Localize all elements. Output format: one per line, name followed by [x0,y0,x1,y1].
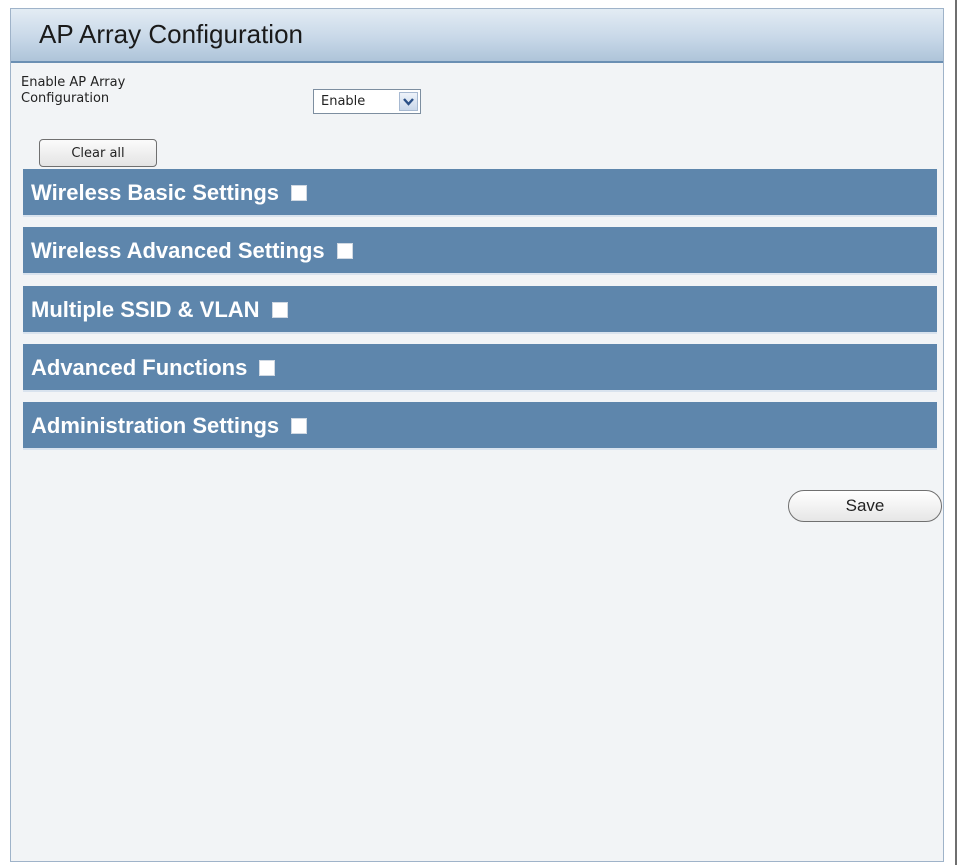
section-label-text: Advanced Functions [31,355,248,380]
section-checkbox[interactable] [291,185,308,201]
section-checkbox[interactable] [291,418,308,434]
ap-array-panel: AP Array Configuration Enable AP Array C… [10,8,944,862]
section-multiple-ssid-vlan[interactable]: Multiple SSID & VLAN [23,286,937,334]
section-label-text: Wireless Basic Settings [31,180,280,205]
section-label-text: Administration Settings [31,413,280,438]
enable-ap-array-select-value: Enable [321,94,366,109]
section-advanced-functions[interactable]: Advanced Functions [23,344,937,392]
section-label-text: Wireless Advanced Settings [31,238,325,263]
select-arrow-button[interactable] [399,92,418,111]
save-button[interactable]: Save [788,490,942,522]
section-label: Administration Settings [31,413,308,439]
section-wireless-basic-settings[interactable]: Wireless Basic Settings [23,169,937,217]
section-label: Advanced Functions [31,355,276,381]
enable-ap-array-select[interactable]: Enable [313,89,421,114]
section-wireless-advanced-settings[interactable]: Wireless Advanced Settings [23,227,937,275]
section-label: Wireless Basic Settings [31,180,308,206]
section-administration-settings[interactable]: Administration Settings [23,402,937,450]
section-label: Multiple SSID & VLAN [31,297,288,323]
section-label: Wireless Advanced Settings [31,238,353,264]
section-label-text: Multiple SSID & VLAN [31,297,260,322]
section-checkbox[interactable] [336,243,353,259]
section-checkbox[interactable] [259,360,276,376]
window-edge [955,0,957,865]
chevron-down-icon [403,98,414,106]
clear-all-button[interactable]: Clear all [39,139,157,167]
page: AP Array Configuration Enable AP Array C… [0,0,963,865]
section-checkbox[interactable] [271,302,288,318]
enable-ap-array-label: Enable AP Array Configuration [21,75,126,106]
page-title: AP Array Configuration [39,19,303,49]
panel-header: AP Array Configuration [11,9,943,63]
